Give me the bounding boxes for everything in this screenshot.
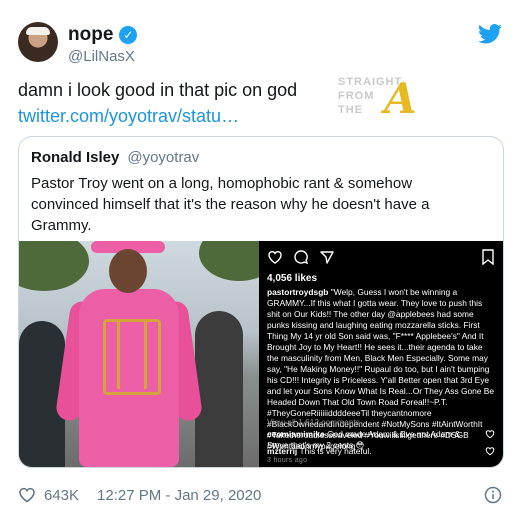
instagram-screenshot: 4,056 likes pastortroydsgb "Welp, Guess … xyxy=(259,241,503,467)
heart-icon[interactable] xyxy=(18,486,36,504)
comment-username: ceomiamimike xyxy=(267,429,325,439)
performer-photo[interactable] xyxy=(19,241,259,467)
instagram-actions xyxy=(267,249,335,265)
quoted-author-handle: @yoyotrav xyxy=(127,149,200,166)
comment-heart-icon xyxy=(485,447,495,456)
twitter-bird-icon[interactable] xyxy=(478,24,502,44)
watermark-letter: A xyxy=(384,74,417,123)
tweet-footer: 643K 12:27 PM - Jan 29, 2020 xyxy=(18,486,502,504)
quoted-author-row: Ronald Isley @yoyotrav xyxy=(31,149,199,166)
comment-heart-icon xyxy=(485,430,495,439)
comment-icon xyxy=(294,250,309,265)
comment-username: mzterrij xyxy=(267,446,298,456)
bookmark-icon xyxy=(482,249,494,265)
like-count[interactable]: 643K xyxy=(44,487,79,504)
watermark-logo: STRAIGHT FROM THE A xyxy=(338,72,438,123)
instagram-comment: mzterrij This is very hateful. xyxy=(267,446,481,457)
watermark-line2: FROM xyxy=(338,90,375,102)
instagram-caption: pastortroydsgb "Welp, Guess I won't be w… xyxy=(267,287,495,452)
tweet-link[interactable]: twitter.com/yoyotrav/statu… xyxy=(18,104,239,128)
heart-outline-icon xyxy=(268,251,282,264)
tweet-text: damn i look good in that pic on god xyxy=(18,80,298,100)
watermark-line3: THE xyxy=(338,104,363,116)
verified-badge-icon: ✓ xyxy=(119,26,138,44)
tweet-timestamp[interactable]: 12:27 PM - Jan 29, 2020 xyxy=(97,487,261,504)
quoted-tweet[interactable]: Ronald Isley @yoyotrav Pastor Troy went … xyxy=(18,136,504,468)
quoted-tweet-text: Pastor Troy went on a long, homophobic r… xyxy=(31,175,430,234)
author-handle[interactable]: @LilNasX xyxy=(68,48,135,65)
info-icon[interactable] xyxy=(484,486,502,504)
author-name[interactable]: nope xyxy=(68,24,113,46)
quoted-media[interactable]: 4,056 likes pastortroydsgb "Welp, Guess … xyxy=(19,241,503,467)
author-name-row: nope ✓ xyxy=(68,24,138,46)
share-icon xyxy=(320,251,334,264)
instagram-timestamp: 3 hours ago xyxy=(267,457,308,464)
instagram-likes: 4,056 likes xyxy=(267,273,318,284)
tweet-card: nope ✓ @LilNasX damn i look good in that… xyxy=(0,0,520,523)
caption-username: pastortroydsgb xyxy=(267,287,329,297)
quoted-author-name: Ronald Isley xyxy=(31,149,120,166)
comment-text: This is very hateful. xyxy=(299,446,372,456)
avatar[interactable] xyxy=(18,22,58,62)
view-all-comments: View all 1,612 comments xyxy=(267,417,360,427)
